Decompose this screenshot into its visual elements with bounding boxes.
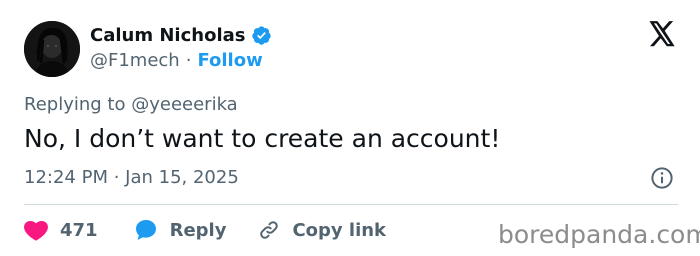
replying-to-line: Replying to @yeeeerika: [24, 94, 238, 116]
separator-dot: ·: [185, 49, 192, 71]
follow-button[interactable]: Follow: [197, 50, 262, 71]
author-handle-row: @F1mech · Follow: [90, 49, 263, 71]
author-name-row: Calum Nicholas: [90, 23, 272, 47]
author-display-name[interactable]: Calum Nicholas: [90, 25, 245, 46]
tweet-text: No, I don’t want to create an account!: [24, 124, 501, 153]
tweet-embed-card: Calum Nicholas @F1mech · Follow Replying…: [0, 0, 700, 256]
info-glyph: [651, 167, 673, 189]
x-logo-glyph: [649, 21, 675, 47]
avatar[interactable]: [24, 21, 80, 77]
copy-link-label: Copy link: [292, 219, 387, 241]
author-handle[interactable]: @F1mech: [90, 50, 180, 71]
like-button[interactable]: 471: [24, 219, 98, 241]
action-bar: 471 Reply Copy link: [24, 216, 386, 244]
reply-bubble-icon: [135, 220, 156, 240]
watermark: boredpanda.com: [498, 220, 700, 249]
info-icon[interactable]: [650, 166, 674, 190]
x-logo-icon[interactable]: [648, 21, 676, 47]
tweet-timestamp[interactable]: 12:24 PM · Jan 15, 2025: [24, 167, 239, 189]
like-count: 471: [60, 219, 98, 241]
verified-badge-icon: [252, 25, 272, 45]
heart-icon: [24, 220, 48, 241]
reply-mention-link[interactable]: @yeeeerika: [131, 94, 238, 115]
replying-to-prefix: Replying to: [24, 94, 126, 115]
avatar-image: [24, 21, 80, 77]
link-icon: [260, 221, 279, 239]
divider: [24, 204, 678, 205]
copy-link-button[interactable]: Copy link: [258, 219, 386, 241]
reply-button[interactable]: Reply: [134, 219, 227, 241]
reply-label: Reply: [169, 219, 227, 241]
